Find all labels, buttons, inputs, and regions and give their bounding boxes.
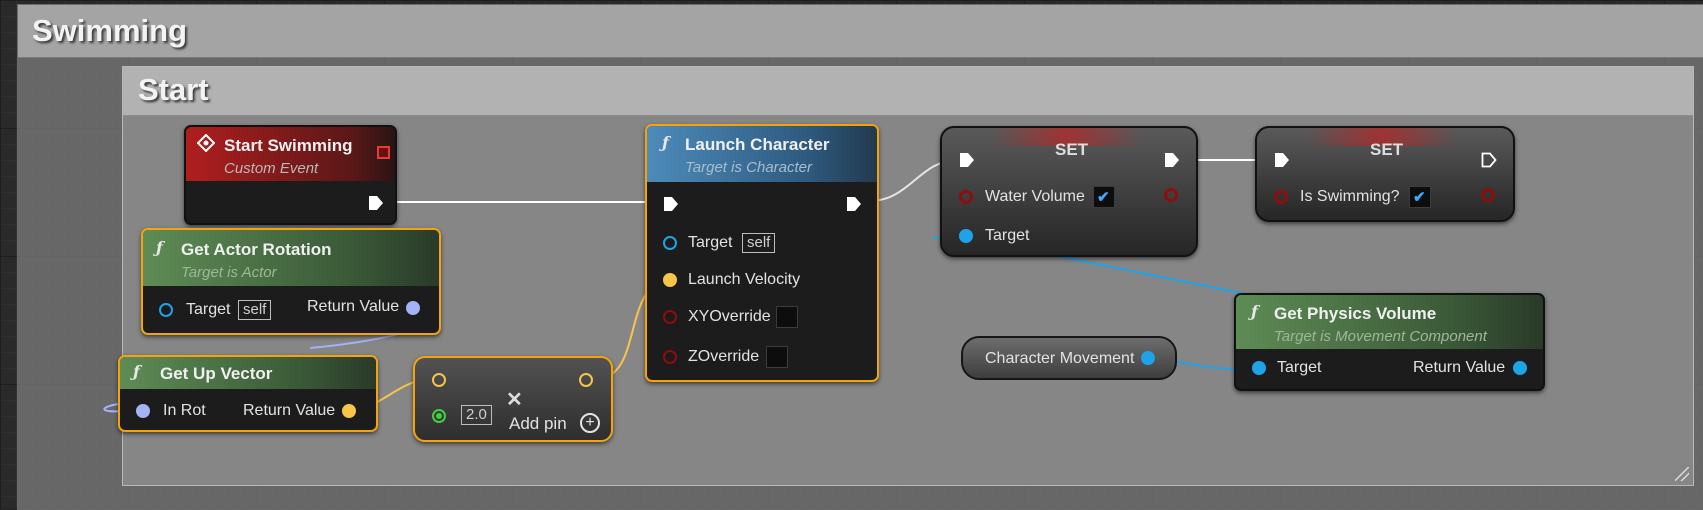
- return-value-pin[interactable]: [342, 404, 356, 418]
- float-value-field[interactable]: 2.0: [461, 405, 492, 425]
- return-value-pin[interactable]: [1513, 361, 1527, 375]
- variable-label: Character Movement: [985, 350, 1135, 367]
- add-pin-icon[interactable]: +: [580, 413, 600, 433]
- float-input-pin[interactable]: [432, 409, 446, 423]
- return-value-pin[interactable]: [406, 301, 420, 315]
- node-header[interactable]: ƒ Get Actor Rotation Target is Actor: [143, 230, 439, 286]
- xy-override-checkbox[interactable]: [776, 306, 798, 328]
- node-title: SET: [1370, 140, 1404, 159]
- node-get-up-vector[interactable]: ƒ Get Up Vector In Rot Return Value: [118, 355, 378, 432]
- pin-label: Target: [688, 234, 733, 251]
- function-icon: ƒ: [156, 238, 163, 257]
- function-icon: ƒ: [662, 133, 669, 152]
- target-input-pin[interactable]: [959, 229, 973, 243]
- exec-input-pin[interactable]: [663, 196, 679, 212]
- exec-input-pin[interactable]: [1274, 152, 1290, 168]
- event-icon: [196, 133, 216, 153]
- node-title: Launch Character: [685, 135, 830, 154]
- node-header[interactable]: Start Swimming Custom Event: [186, 127, 395, 181]
- exec-output-pin[interactable]: [846, 196, 862, 212]
- water-volume-output-pin[interactable]: [1164, 188, 1178, 202]
- is-swimming-output-pin[interactable]: [1481, 188, 1495, 202]
- node-title: Get Physics Volume: [1274, 304, 1437, 323]
- node-get-physics-volume[interactable]: ƒ Get Physics Volume Target is Movement …: [1234, 293, 1545, 391]
- check-icon: ✔: [1413, 189, 1426, 206]
- vector-output-pin[interactable]: [579, 373, 593, 387]
- node-title: SET: [1055, 140, 1089, 159]
- function-icon: ƒ: [133, 362, 140, 381]
- node-subtitle: Target is Character: [685, 159, 813, 176]
- node-get-actor-rotation[interactable]: ƒ Get Actor Rotation Target is Actor Tar…: [141, 228, 441, 335]
- node-subtitle: Custom Event: [224, 160, 319, 177]
- node-set-is-swimming[interactable]: SET Is Swimming? ✔: [1255, 126, 1515, 222]
- node-header[interactable]: ƒ Get Physics Volume Target is Movement …: [1236, 295, 1543, 349]
- exec-output-pin[interactable]: [1481, 152, 1497, 168]
- target-input-pin[interactable]: [159, 303, 173, 317]
- multiply-icon: ✕: [506, 389, 523, 411]
- node-title: Get Actor Rotation: [181, 240, 332, 259]
- node-multiply[interactable]: ✕ 2.0 Add pin +: [413, 356, 613, 442]
- xy-override-pin[interactable]: [663, 310, 677, 324]
- node-subtitle: Target is Actor: [181, 264, 277, 281]
- node-title: Start Swimming: [224, 136, 353, 155]
- add-pin-label[interactable]: Add pin: [509, 414, 567, 434]
- node-character-movement[interactable]: Character Movement: [961, 336, 1177, 380]
- exec-output-pin[interactable]: [368, 195, 384, 211]
- delegate-pin[interactable]: [377, 146, 390, 159]
- is-swimming-checkbox[interactable]: ✔: [1409, 186, 1431, 208]
- launch-velocity-pin[interactable]: [663, 273, 677, 287]
- check-icon: ✔: [1097, 189, 1110, 206]
- in-rot-pin[interactable]: [136, 404, 150, 418]
- node-set-water-volume[interactable]: SET Water Volume ✔ Target: [940, 126, 1198, 257]
- pin-label: Water Volume: [985, 188, 1085, 205]
- pin-label: Target: [985, 227, 1030, 244]
- target-input-pin[interactable]: [663, 236, 677, 250]
- node-header[interactable]: ƒ Get Up Vector: [120, 357, 376, 389]
- target-input-pin[interactable]: [1252, 361, 1266, 375]
- pin-label: Return Value: [243, 402, 336, 419]
- water-volume-input-pin[interactable]: [959, 190, 973, 204]
- pin-label: Return Value: [307, 298, 400, 315]
- pin-label: ZOverride: [688, 348, 760, 365]
- function-icon: ƒ: [1251, 302, 1258, 321]
- character-movement-output-pin[interactable]: [1141, 351, 1155, 365]
- pin-label: Is Swimming?: [1300, 188, 1400, 205]
- node-start-swimming[interactable]: Start Swimming Custom Event: [184, 125, 397, 225]
- pin-label: In Rot: [163, 402, 206, 419]
- pin-label: XYOverride: [688, 308, 771, 325]
- z-override-checkbox[interactable]: [766, 346, 788, 368]
- node-title: Get Up Vector: [160, 364, 273, 383]
- target-default-field[interactable]: self: [742, 233, 776, 253]
- pin-label: Target: [186, 301, 231, 318]
- pin-label: Launch Velocity: [688, 271, 801, 288]
- water-volume-checkbox[interactable]: ✔: [1093, 186, 1115, 208]
- exec-input-pin[interactable]: [959, 152, 975, 168]
- z-override-pin[interactable]: [663, 350, 677, 364]
- is-swimming-input-pin[interactable]: [1274, 190, 1288, 204]
- pin-label: Target: [1277, 359, 1322, 376]
- node-subtitle: Target is Movement Component: [1274, 328, 1487, 345]
- pin-label: Return Value: [1413, 359, 1506, 376]
- target-default-field[interactable]: self: [238, 300, 272, 320]
- vector-input-pin[interactable]: [432, 373, 446, 387]
- exec-output-pin[interactable]: [1164, 152, 1180, 168]
- node-header[interactable]: ƒ Launch Character Target is Character: [647, 126, 877, 182]
- node-launch-character[interactable]: ƒ Launch Character Target is Character T…: [645, 124, 879, 382]
